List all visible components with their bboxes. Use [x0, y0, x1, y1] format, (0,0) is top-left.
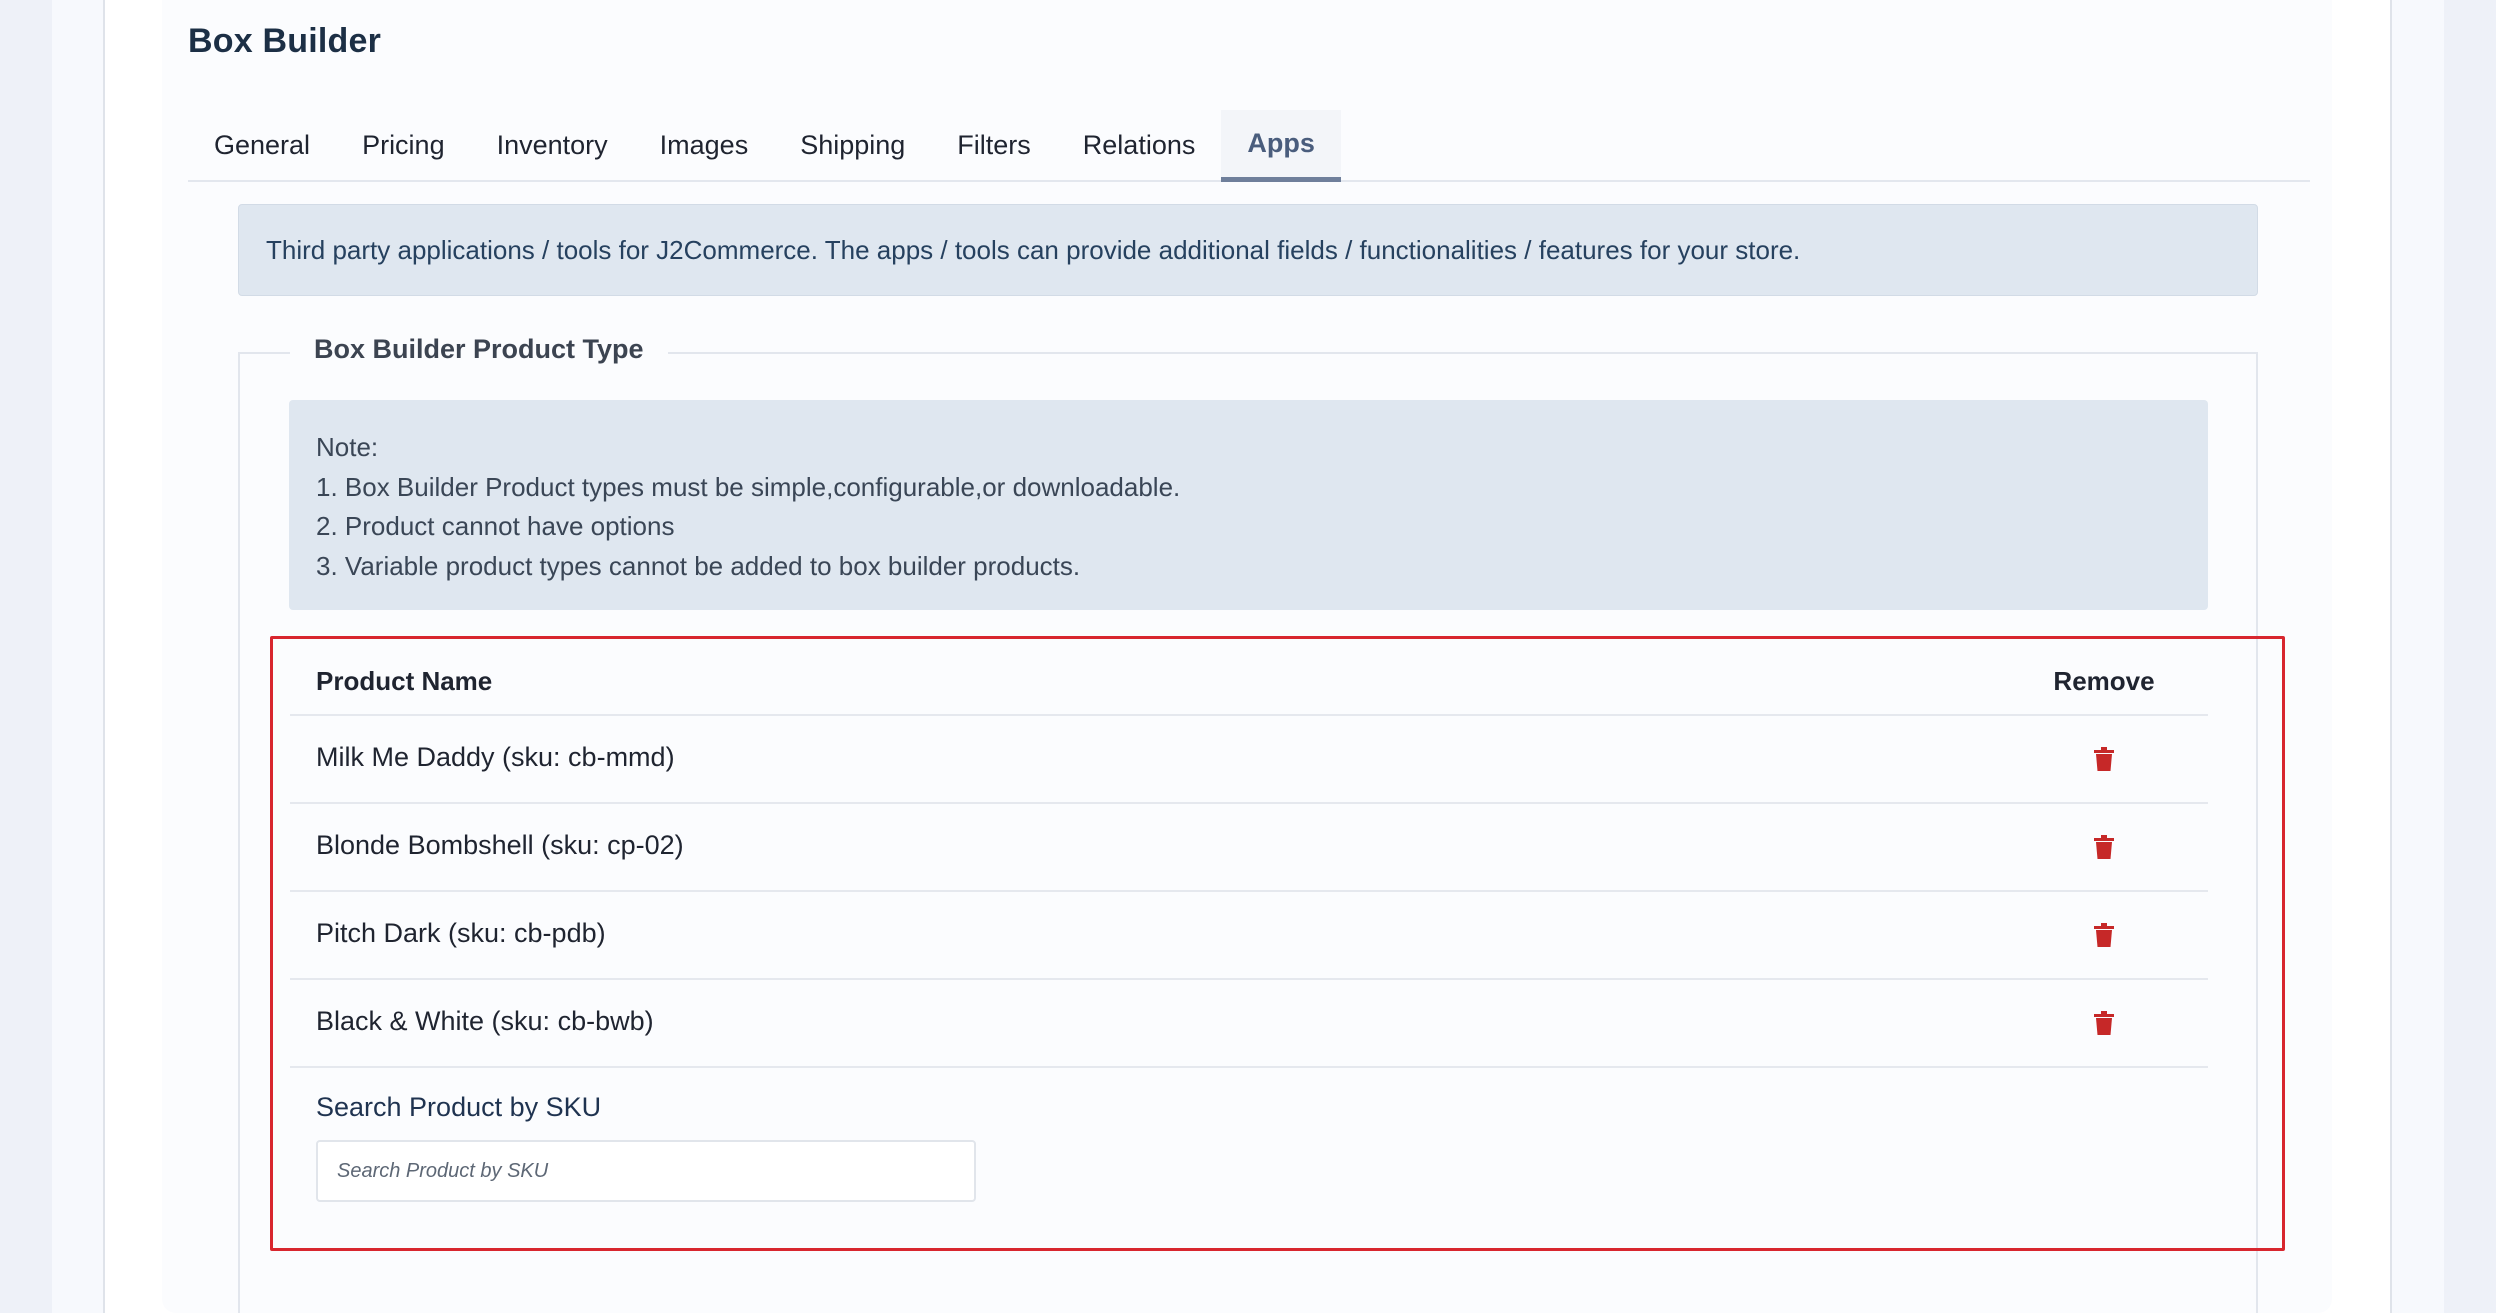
tab-relations[interactable]: Relations: [1057, 110, 1222, 180]
trash-icon[interactable]: [2093, 747, 2115, 771]
product-tabs: General Pricing Inventory Images Shippin…: [188, 110, 2310, 182]
tab-inventory[interactable]: Inventory: [471, 110, 634, 180]
table-row: Milk Me Daddy (sku: cb-mmd): [290, 716, 2208, 804]
column-header-remove: Remove: [2053, 665, 2155, 696]
note-line: 1. Box Builder Product types must be sim…: [316, 471, 1181, 502]
tab-filters[interactable]: Filters: [931, 110, 1057, 180]
product-name: Milk Me Daddy (sku: cb-mmd): [316, 741, 675, 772]
fieldset-legend: Box Builder Product Type: [290, 334, 668, 365]
tab-apps[interactable]: Apps: [1221, 110, 1341, 182]
column-header-product-name: Product Name: [316, 665, 493, 696]
card-title: Box Builder: [188, 22, 382, 60]
search-sku-input[interactable]: [316, 1140, 976, 1202]
product-name: Black & White (sku: cb-bwb): [316, 1005, 654, 1036]
trash-icon[interactable]: [2093, 1011, 2115, 1035]
remove-cell: [2028, 1011, 2208, 1035]
note-title: Note:: [316, 432, 379, 462]
tab-general[interactable]: General: [188, 110, 336, 180]
tab-images[interactable]: Images: [634, 110, 775, 180]
product-name: Pitch Dark (sku: cb-pdb): [316, 917, 606, 948]
table-row: Blonde Bombshell (sku: cp-02): [290, 804, 2208, 892]
trash-icon[interactable]: [2093, 835, 2115, 859]
remove-cell: [2028, 835, 2208, 859]
note-line: 3. Variable product types cannot be adde…: [316, 550, 1081, 581]
frame-divider-right: [2390, 0, 2392, 1313]
box-products-table: Product Name Remove Milk Me Daddy (sku: …: [290, 648, 2208, 1068]
trash-icon[interactable]: [2093, 923, 2115, 947]
table-row: Pitch Dark (sku: cb-pdb): [290, 892, 2208, 980]
note-line: 2. Product cannot have options: [316, 511, 675, 541]
tab-pricing[interactable]: Pricing: [336, 110, 471, 180]
search-sku-label: Search Product by SKU: [316, 1092, 602, 1122]
apps-info-alert: Third party applications / tools for J2C…: [238, 204, 2258, 296]
remove-cell: [2028, 747, 2208, 771]
product-name: Blonde Bombshell (sku: cp-02): [316, 829, 684, 860]
table-row: Black & White (sku: cb-bwb): [290, 980, 2208, 1068]
remove-cell: [2028, 923, 2208, 947]
table-header: Product Name Remove: [290, 648, 2208, 716]
tab-shipping[interactable]: Shipping: [774, 110, 931, 180]
note-alert: Note: 1. Box Builder Product types must …: [289, 400, 2208, 610]
